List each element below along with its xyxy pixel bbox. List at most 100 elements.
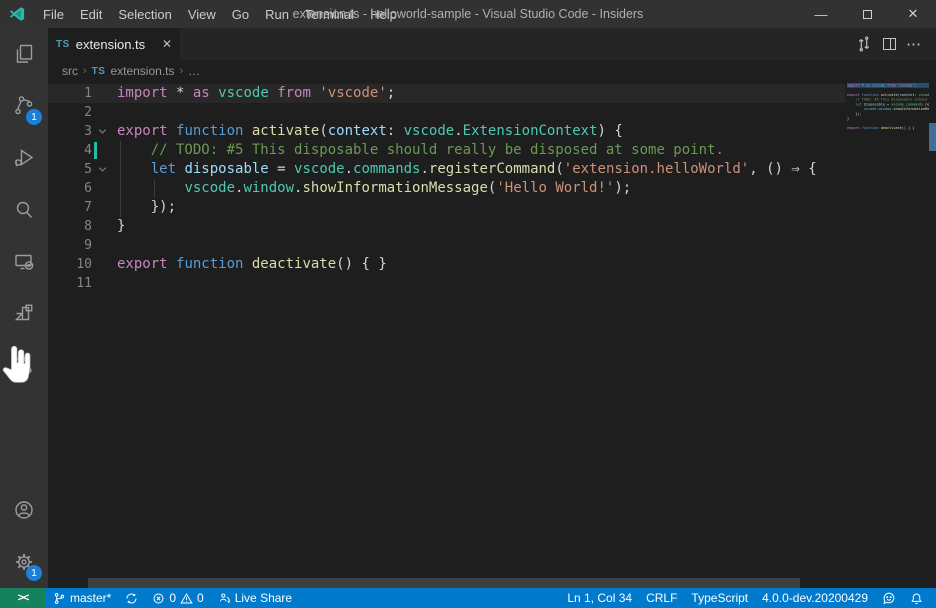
status-bar: >< master* 0 0 [0, 588, 936, 608]
token: }); [117, 199, 176, 215]
code-line[interactable]: 1 import * as vscode from 'vscode'; [48, 84, 936, 103]
code-line[interactable]: 7 }); [48, 198, 936, 217]
open-changes-icon[interactable] [855, 35, 873, 53]
token [117, 142, 151, 158]
breadcrumb-src[interactable]: src [62, 64, 78, 78]
problems-status[interactable]: 0 0 [145, 588, 210, 608]
notifications-button[interactable] [903, 588, 930, 608]
token: activate [252, 123, 319, 139]
code-text[interactable]: vscode.window.showInformationMessage('He… [117, 179, 631, 198]
token: showInformationMessage [302, 180, 487, 196]
menu-go[interactable]: Go [224, 0, 257, 28]
activity-github-pr[interactable] [0, 340, 48, 392]
code-line[interactable]: 5 let disposable = vscode.commands.regis… [48, 160, 936, 179]
more-actions-icon[interactable]: ⋯ [906, 35, 922, 53]
token: export [117, 256, 176, 272]
token: ; [387, 85, 395, 101]
warning-icon [180, 592, 193, 605]
fold-gutter [92, 179, 112, 198]
split-editor-icon[interactable] [883, 38, 896, 50]
branch-name: master* [70, 591, 111, 605]
code-line[interactable]: 9 [48, 236, 936, 255]
line-number[interactable]: 9 [48, 236, 92, 255]
maximize-icon [863, 10, 872, 19]
token: . [454, 123, 462, 139]
tab-extension-ts[interactable]: TS extension.ts ✕ [48, 28, 180, 60]
code-text[interactable]: }); [117, 198, 176, 217]
run-debug-icon [12, 146, 36, 170]
tab-bar: TS extension.ts ✕ ⋯ [48, 28, 936, 60]
vertical-scrollbar[interactable] [929, 82, 936, 588]
menu-view[interactable]: View [180, 0, 224, 28]
settings-button[interactable]: 1 [0, 536, 48, 588]
line-number[interactable]: 7 [48, 198, 92, 217]
token [117, 161, 151, 177]
token: ); [614, 180, 631, 196]
fold-chevron-icon[interactable] [92, 122, 112, 141]
version-label: 4.0.0-dev.20200429 [755, 588, 875, 608]
error-icon [152, 592, 165, 605]
eol-indicator[interactable]: CRLF [639, 588, 684, 608]
fold-chevron-icon[interactable] [92, 160, 112, 179]
maximize-button[interactable] [844, 0, 890, 28]
code-text[interactable]: let disposable = vscode.commands.registe… [117, 160, 817, 179]
token: ExtensionContext [463, 123, 598, 139]
code-text[interactable]: export function activate(context: vscode… [117, 122, 623, 141]
breadcrumb-file[interactable]: extension.ts [110, 64, 174, 78]
line-number[interactable]: 2 [48, 103, 92, 122]
editor-actions: ⋯ [855, 28, 936, 60]
token: ⇒ { [791, 161, 816, 177]
code-text[interactable]: export function deactivate() { } [117, 255, 387, 274]
activity-explorer[interactable] [0, 28, 48, 80]
code-line[interactable]: 3 export function activate(context: vscod… [48, 122, 936, 141]
horizontal-scrollbar[interactable] [88, 578, 800, 588]
line-number[interactable]: 1 [48, 84, 92, 103]
token: = [269, 161, 294, 177]
activity-source-control[interactable]: 1 [0, 80, 48, 132]
branch-status[interactable]: master* [46, 588, 118, 608]
line-number[interactable]: 4 [48, 141, 92, 160]
menu-file[interactable]: File [35, 0, 72, 28]
line-number[interactable]: 11 [48, 274, 92, 293]
line-number[interactable]: 8 [48, 217, 92, 236]
line-number[interactable]: 5 [48, 160, 92, 179]
menu-selection[interactable]: Selection [110, 0, 179, 28]
activity-search[interactable] [0, 184, 48, 236]
token: commands [353, 161, 420, 177]
live-share-button[interactable]: Live Share [211, 588, 299, 608]
line-number[interactable]: 6 [48, 179, 92, 198]
warning-count: 0 [197, 591, 204, 605]
code-line[interactable]: 6 vscode.window.showInformationMessage('… [48, 179, 936, 198]
code-line[interactable]: 11 [48, 274, 936, 293]
code-line[interactable]: 2 [48, 103, 936, 122]
minimize-button[interactable]: — [798, 0, 844, 28]
activity-remote-explorer[interactable] [0, 236, 48, 288]
activity-extensions[interactable] [0, 288, 48, 340]
tab-close-icon[interactable]: ✕ [162, 37, 172, 51]
code-text[interactable]: } [117, 217, 125, 236]
breadcrumb: src › TS extension.ts › … [48, 60, 936, 82]
token: context [328, 123, 387, 139]
code-line[interactable]: 8} [48, 217, 936, 236]
menu-run[interactable]: Run [257, 0, 297, 28]
close-button[interactable]: ✕ [890, 0, 936, 28]
line-number[interactable]: 3 [48, 122, 92, 141]
line-number[interactable]: 10 [48, 255, 92, 274]
token: window [243, 180, 294, 196]
remote-indicator[interactable]: >< [0, 588, 46, 608]
cursor-position[interactable]: Ln 1, Col 34 [560, 588, 639, 608]
code-line[interactable]: 10 export function deactivate() { } [48, 255, 936, 274]
code-text[interactable]: // TODO: #5 This disposable should reall… [117, 141, 724, 160]
language-mode[interactable]: TypeScript [684, 588, 755, 608]
activity-run-debug[interactable] [0, 132, 48, 184]
minimap[interactable]: import * as vscode from 'vscode';export … [845, 82, 929, 588]
feedback-button[interactable] [875, 588, 903, 608]
breadcrumb-symbol[interactable]: … [188, 64, 200, 78]
token: let [151, 161, 185, 177]
menu-edit[interactable]: Edit [72, 0, 110, 28]
accounts-button[interactable] [0, 484, 48, 536]
code-line[interactable]: 4 // TODO: #5 This disposable should rea… [48, 141, 936, 160]
code-text[interactable]: import * as vscode from 'vscode'; [117, 84, 395, 103]
sync-status[interactable] [118, 588, 145, 608]
code-editor[interactable]: 1 import * as vscode from 'vscode'; 23 expo… [48, 82, 936, 588]
